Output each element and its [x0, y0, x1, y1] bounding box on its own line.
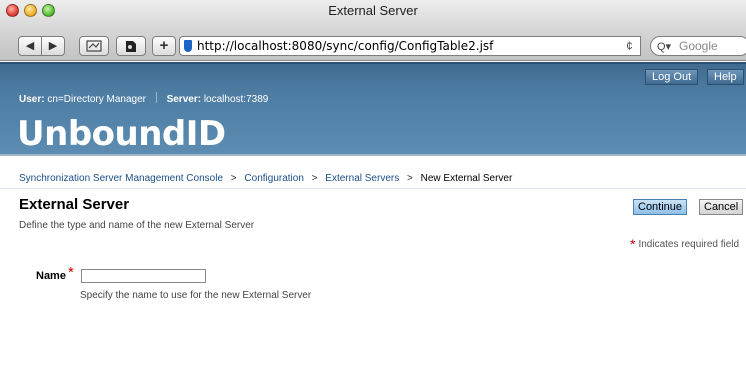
name-required-star: *	[68, 264, 74, 281]
header-divider	[0, 62, 746, 64]
breadcrumb: Synchronization Server Management Consol…	[19, 173, 512, 184]
window-titlebar: External Server	[0, 0, 746, 30]
page-title: External Server	[19, 196, 130, 213]
page-description: Define the type and name of the new Exte…	[19, 220, 255, 231]
bookmarks-button[interactable]	[116, 36, 146, 56]
add-bookmark-button[interactable]: +	[152, 36, 176, 56]
required-field-note: * Indicates required field	[630, 236, 739, 252]
name-field-help: Specify the name to use for the new Exte…	[80, 290, 312, 301]
name-field-label: Name	[36, 270, 66, 282]
required-star-icon: *	[630, 236, 636, 252]
breadcrumb-separator: >	[230, 173, 237, 184]
user-value: cn=Directory Manager	[47, 94, 147, 105]
content-divider	[0, 188, 746, 189]
user-info-separator	[155, 92, 157, 103]
back-button[interactable]: ◀	[18, 36, 42, 56]
help-button[interactable]: Help	[707, 69, 744, 85]
user-label: User:	[19, 94, 45, 105]
logout-button[interactable]: Log Out	[645, 69, 699, 85]
forward-arrow-icon: ▶	[48, 40, 58, 52]
forward-button[interactable]: ▶	[41, 36, 65, 56]
snapback-icon	[86, 40, 102, 52]
search-placeholder: Google	[679, 39, 718, 53]
site-favicon-icon	[184, 40, 192, 52]
browser-toolbar: ◀ ▶ + http://localhost:8080/sync/config/…	[0, 30, 746, 61]
reload-button[interactable]: ¢	[618, 36, 641, 56]
continue-button[interactable]: Continue	[633, 199, 688, 215]
url-text[interactable]: http://localhost:8080/sync/config/Config…	[197, 39, 493, 53]
breadcrumb-separator: >	[311, 173, 318, 184]
reload-icon: ¢	[626, 39, 633, 53]
bookmark-icon	[126, 41, 136, 52]
window-title: External Server	[328, 3, 418, 18]
breadcrumb-item-console[interactable]: Synchronization Server Management Consol…	[19, 173, 223, 184]
user-info: User: cn=Directory Manager Server: local…	[19, 92, 268, 105]
add-icon: +	[159, 37, 169, 54]
breadcrumb-separator: >	[407, 173, 413, 184]
address-bar[interactable]: http://localhost:8080/sync/config/Config…	[179, 36, 641, 56]
breadcrumb-current: New External Server	[420, 173, 513, 184]
app-header: Log Out Help User: cn=Directory Manager …	[0, 62, 746, 156]
breadcrumb-item-external-servers[interactable]: External Servers	[325, 173, 399, 184]
search-field[interactable]: Q▾ Google	[650, 36, 746, 56]
back-arrow-icon: ◀	[25, 40, 35, 52]
name-input[interactable]	[81, 269, 206, 283]
required-note-text: Indicates required field	[638, 239, 740, 250]
cancel-button[interactable]: Cancel	[699, 199, 744, 215]
server-value: localhost:7389	[203, 94, 269, 105]
server-label: Server:	[166, 94, 202, 105]
snapback-button[interactable]	[79, 36, 109, 56]
search-icon[interactable]: Q▾	[657, 40, 671, 53]
breadcrumb-item-configuration[interactable]: Configuration	[244, 173, 303, 184]
unboundid-logo: UnboundID	[17, 114, 226, 154]
